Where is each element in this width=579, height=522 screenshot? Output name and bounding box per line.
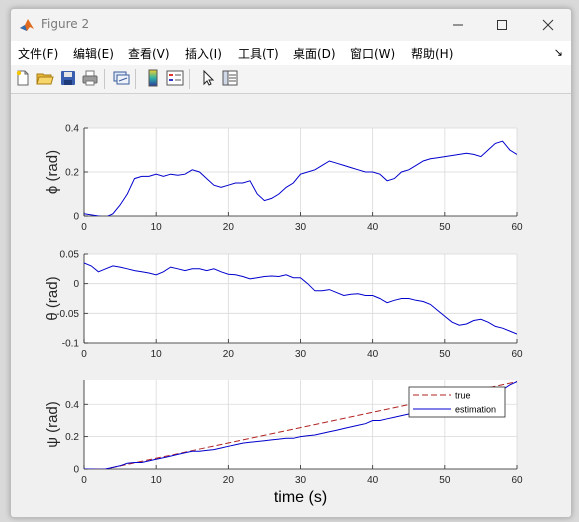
menu-file[interactable]: 文件(F) <box>18 45 58 62</box>
x-axis-label: time (s) <box>274 489 327 506</box>
x-tick-label: 20 <box>223 475 235 486</box>
legend-label-true: true <box>455 391 471 401</box>
colorbar-icon[interactable] <box>144 69 162 87</box>
x-tick-label: 40 <box>367 222 379 233</box>
minimize-icon <box>453 24 463 26</box>
x-tick-label: 30 <box>295 349 307 360</box>
window-title: Figure 2 <box>41 17 90 31</box>
menu-insert[interactable]: 插入(I) <box>185 45 222 62</box>
pointer-icon[interactable] <box>199 69 217 87</box>
y-tick-label: 0 <box>73 465 79 476</box>
x-tick-label: 10 <box>151 475 163 486</box>
x-tick-label: 40 <box>367 475 379 486</box>
x-tick-label: 10 <box>151 222 163 233</box>
y-tick-label: 0.05 <box>60 250 80 261</box>
legend-icon[interactable] <box>166 69 184 87</box>
print-icon[interactable] <box>81 69 99 87</box>
legend: true estimation <box>408 386 506 418</box>
y-axis-label: ψ (rad) <box>44 401 61 448</box>
menu-bar: 文件(F) 编辑(E) 查看(V) 插入(I) 工具(T) 桌面(D) 窗口(W… <box>11 41 571 65</box>
x-tick-label: 30 <box>295 475 307 486</box>
toolbar-separator <box>189 69 190 89</box>
save-icon[interactable] <box>59 69 77 87</box>
title-bar[interactable]: Figure 2 <box>11 9 571 41</box>
x-tick-label: 20 <box>223 349 235 360</box>
toolbar-separator <box>135 69 136 89</box>
x-tick-label: 40 <box>367 349 379 360</box>
menu-edit[interactable]: 编辑(E) <box>73 45 114 62</box>
x-tick-label: 50 <box>439 349 451 360</box>
y-tick-label: 0 <box>73 212 79 223</box>
axes-3: 0 10 20 30 40 50 60 0 0.2 0.4 ψ (rad) time (s) true e… <box>44 380 523 506</box>
x-tick-label: 60 <box>511 349 523 360</box>
x-tick-label: 30 <box>295 222 307 233</box>
figure-canvas[interactable]: 0 10 20 30 40 50 60 0 0.2 0.4 ϕ (rad) 0 10 20 30 40 50 60… <box>11 94 571 517</box>
menu-tools[interactable]: 工具(T) <box>238 45 279 62</box>
link-plot-icon[interactable] <box>112 69 130 87</box>
menu-dock-arrow-icon[interactable]: ↘ <box>554 46 563 59</box>
y-tick-label: 0.2 <box>65 168 79 179</box>
x-tick-label: 0 <box>81 475 87 486</box>
y-tick-label: 0.4 <box>65 124 79 135</box>
y-tick-label: -0.1 <box>62 339 80 350</box>
open-file-icon[interactable] <box>36 69 54 87</box>
menu-view[interactable]: 查看(V) <box>128 45 170 62</box>
legend-label-estimation: estimation <box>455 405 496 415</box>
maximize-icon <box>497 20 507 30</box>
minimize-button[interactable] <box>435 9 481 41</box>
new-figure-icon[interactable] <box>14 69 32 87</box>
x-tick-label: 20 <box>223 222 235 233</box>
y-tick-label: 0 <box>73 279 79 290</box>
x-tick-label: 60 <box>511 475 523 486</box>
y-tick-label: 0.2 <box>65 432 79 443</box>
plot-canvas[interactable]: 0 10 20 30 40 50 60 0 0.2 0.4 ϕ (rad) 0 10 20 30 40 50 60… <box>11 94 571 517</box>
close-button[interactable] <box>525 9 571 41</box>
x-tick-label: 10 <box>151 349 163 360</box>
figure-window: Figure 2 文件(F) 编辑(E) 查看(V) 插入(I) 工具(T) 桌… <box>10 8 572 518</box>
menu-desktop[interactable]: 桌面(D) <box>293 45 336 62</box>
y-axis-label: ϕ (rad) <box>44 150 61 194</box>
property-inspector-icon[interactable] <box>221 69 239 87</box>
x-tick-label: 50 <box>439 475 451 486</box>
x-tick-label: 60 <box>511 222 523 233</box>
toolbar-separator <box>104 69 105 89</box>
menu-window[interactable]: 窗口(W) <box>350 45 395 62</box>
close-icon <box>542 19 554 31</box>
x-tick-label: 50 <box>439 222 451 233</box>
y-tick-label: 0.4 <box>65 400 79 411</box>
axes-2: 0 10 20 30 40 50 600.050-0.05-0.1θ (rad) <box>44 250 523 361</box>
axes-1: 0 10 20 30 40 50 60 0 0.2 0.4 ϕ (rad) <box>44 124 523 234</box>
maximize-button[interactable] <box>479 9 525 41</box>
x-tick-label: 0 <box>81 222 87 233</box>
toolbar <box>11 65 571 94</box>
menu-help[interactable]: 帮助(H) <box>411 45 453 62</box>
matlab-logo-icon <box>20 19 34 31</box>
y-axis-label: θ (rad) <box>44 276 61 320</box>
x-tick-label: 0 <box>81 349 87 360</box>
